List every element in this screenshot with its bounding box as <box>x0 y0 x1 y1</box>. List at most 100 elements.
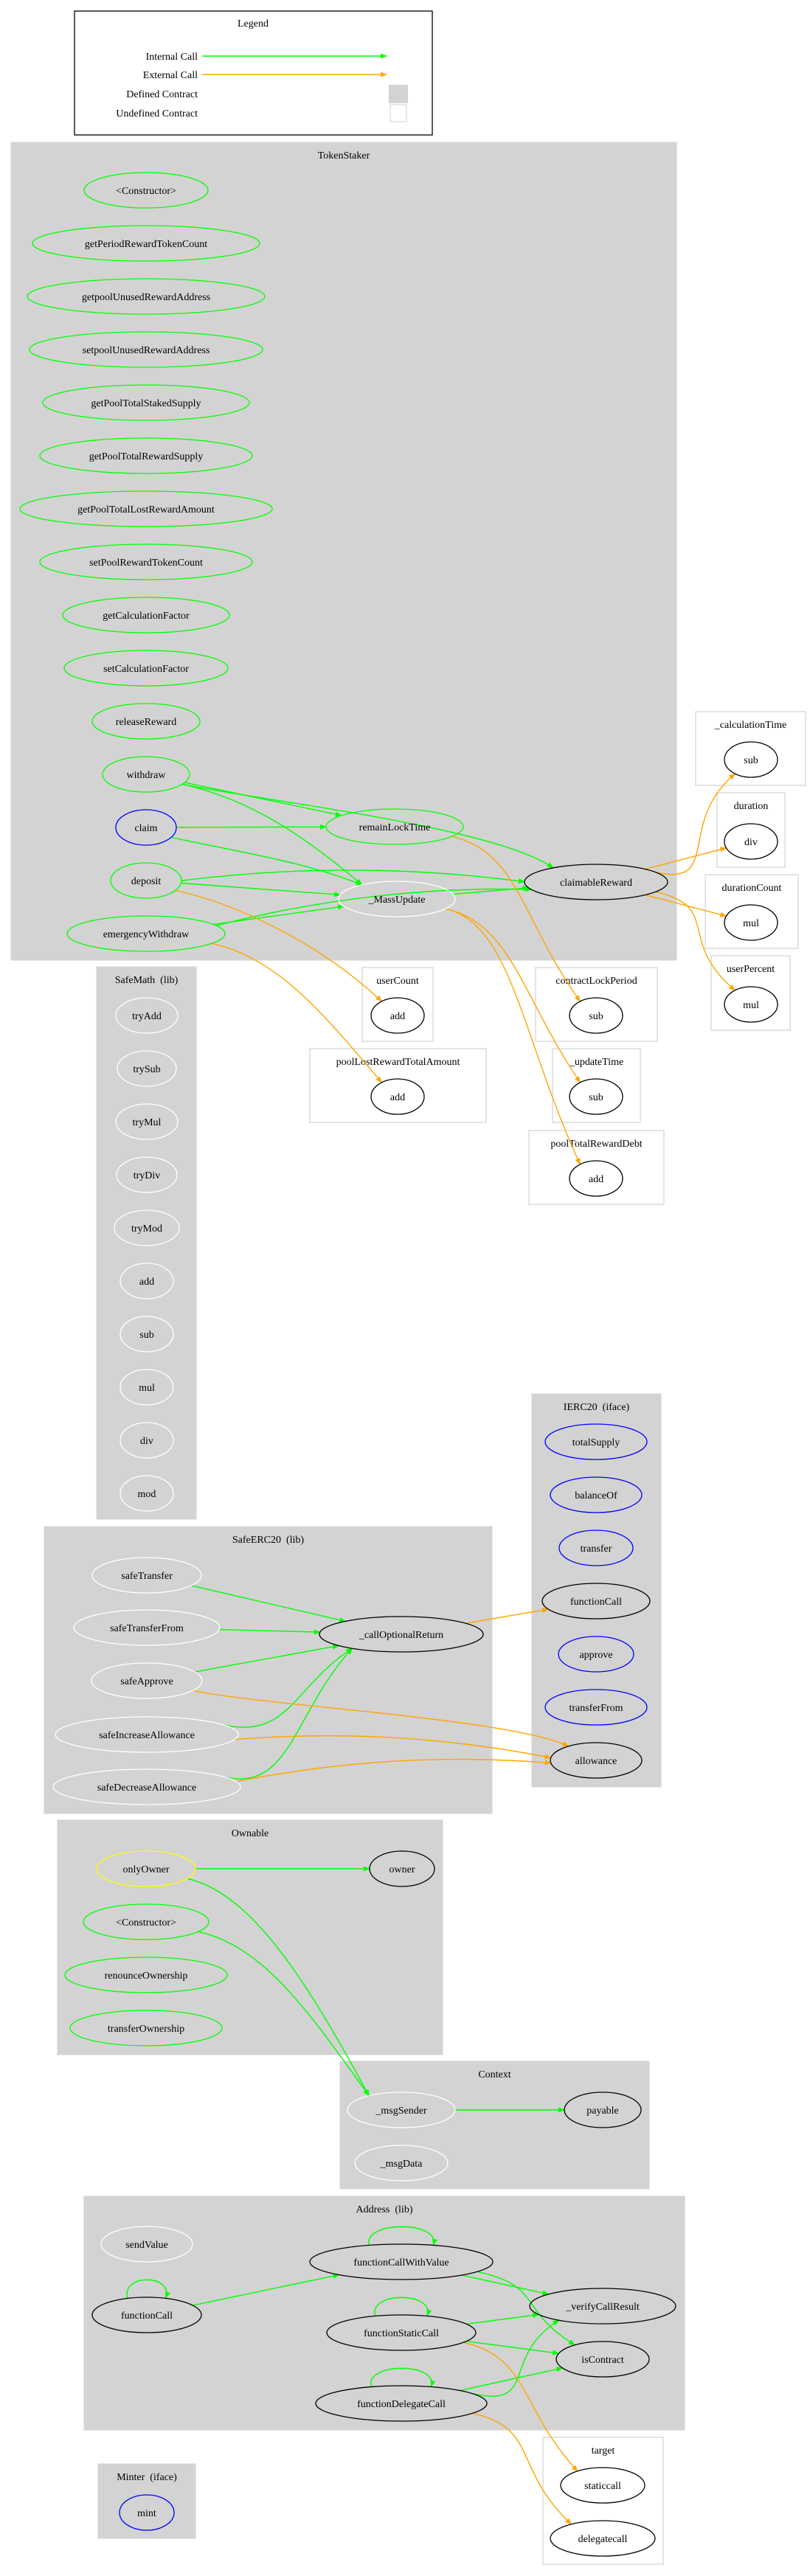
node-label: balanceOf <box>575 1490 617 1501</box>
node-label: safeApprove <box>120 1676 173 1687</box>
cluster-title: Ownable <box>232 1828 269 1839</box>
node-label: safeTransferFrom <box>110 1623 184 1634</box>
cluster-title: poolLostRewardTotalAmount <box>336 1057 460 1068</box>
node-label: getCalculationFactor <box>103 611 190 622</box>
cluster-address: Address (lib) <box>83 2195 685 2431</box>
node-label: div <box>744 837 758 848</box>
call-graph: Legend Internal Call External Call Defin… <box>10 10 806 2565</box>
cluster-box <box>83 2195 685 2431</box>
node-label: sub <box>589 1092 603 1103</box>
node-label: div <box>140 1436 153 1447</box>
legend-title: Legend <box>238 18 269 29</box>
node-label: mod <box>138 1489 156 1500</box>
node-label: tryMul <box>133 1117 162 1128</box>
cluster-minter: Minter (iface) <box>97 2463 196 2539</box>
legend-label-internal-call: Internal Call <box>146 52 198 63</box>
node-label: add <box>139 1277 154 1288</box>
cluster-title: _calculationTime <box>714 720 786 731</box>
node-label: sendValue <box>125 2240 168 2251</box>
node-label: releaseReward <box>116 717 176 728</box>
cluster-title: Minter (iface) <box>117 2472 177 2483</box>
cluster-title: durationCount <box>722 883 782 894</box>
node-label: trySub <box>133 1064 160 1075</box>
node-label: remainLockTime <box>359 822 431 833</box>
node-label: functionCall <box>121 2311 173 2322</box>
cluster-title: IERC20 (iface) <box>564 1402 630 1413</box>
legend-label-external-call: External Call <box>143 70 198 81</box>
node-label: getpoolUnusedRewardAddress <box>82 292 210 303</box>
node-label: mul <box>743 918 759 929</box>
cluster-poollostrewardtotalamount: poolLostRewardTotalAmount <box>309 1048 487 1123</box>
cluster-duration: duration <box>716 792 786 868</box>
legend: Legend Internal Call External Call Defin… <box>74 10 433 136</box>
cluster-title: TokenStaker <box>318 150 370 162</box>
node-label: mul <box>139 1383 155 1394</box>
node-label: add <box>390 1011 405 1022</box>
cluster-title: _updateTime <box>569 1057 623 1068</box>
node-label: _msgSender <box>375 2105 427 2117</box>
node-label: functionCall <box>570 1597 622 1608</box>
cluster-title: poolTotalRewardDebt <box>550 1139 642 1150</box>
node-label: getPeriodRewardTokenCount <box>85 239 207 250</box>
cluster-title: duration <box>734 801 769 812</box>
node-label: onlyOwner <box>123 1864 170 1875</box>
cluster-title: target <box>592 2445 615 2457</box>
node-label: totalSupply <box>572 1437 620 1448</box>
cluster-title: userPercent <box>727 964 775 975</box>
node-label: transferFrom <box>569 1703 623 1714</box>
cluster-box <box>531 1393 662 1788</box>
cluster-context: Context <box>339 2061 650 2190</box>
cluster-target: target <box>542 2437 664 2565</box>
cluster-userpercent: userPercent <box>710 955 791 1031</box>
node-label: emergencyWithdraw <box>103 929 190 940</box>
legend-label-defined-contract: Defined Contract <box>126 89 198 100</box>
node-label: setCalculationFactor <box>103 664 189 675</box>
cluster-title: Address (lib) <box>356 2204 413 2215</box>
cluster-title: SafeERC20 (lib) <box>232 1535 305 1546</box>
node-label: transferOwnership <box>108 2024 184 2035</box>
node-label: tryAdd <box>132 1011 162 1022</box>
node-label: functionStaticCall <box>364 2328 439 2339</box>
node-label: setPoolRewardTokenCount <box>89 558 203 569</box>
cluster-pooltotalrewarddebt: poolTotalRewardDebt <box>528 1130 665 1205</box>
node-label: safeDecreaseAllowance <box>97 1782 196 1794</box>
node-label: add <box>589 1174 603 1185</box>
legend-undefined-contract-swatch <box>390 104 407 122</box>
node-label: sub <box>744 755 758 766</box>
node-label: mul <box>743 1000 759 1011</box>
node-label: _verifyCallResult <box>565 2302 640 2313</box>
node-label: tryMod <box>131 1223 162 1235</box>
node-label: _callOptionalReturn <box>359 1630 443 1641</box>
node-label: functionDelegateCall <box>357 2399 446 2410</box>
node-label: sub <box>139 1330 153 1341</box>
node-label: isContract <box>581 2355 624 2366</box>
node-label: tryDiv <box>134 1170 161 1181</box>
cluster-durationcount: durationCount <box>705 874 799 949</box>
legend-defined-contract-swatch <box>389 85 408 103</box>
node-label: setpoolUnusedRewardAddress <box>83 345 210 356</box>
node-label: functionCallWithValue <box>353 2257 449 2268</box>
node-label: staticcall <box>584 2481 621 2492</box>
node-label: deposit <box>131 876 162 887</box>
cluster-calculationtime: _calculationTime <box>695 711 806 786</box>
cluster-title: Context <box>478 2069 510 2080</box>
node-label: safeTransfer <box>121 1571 173 1582</box>
node-label: owner <box>390 1864 415 1875</box>
cluster-usercount: userCount <box>361 967 434 1042</box>
node-label: approve <box>579 1650 612 1661</box>
node-label: _msgData <box>380 2159 423 2170</box>
cluster-contractlockperiod: contractLockPeriod <box>535 967 658 1042</box>
node-label: <Constructor> <box>116 1917 176 1928</box>
node-label: safeIncreaseAllowance <box>99 1730 195 1741</box>
node-label: mint <box>137 2508 156 2519</box>
legend-label-undefined-contract: Undefined Contract <box>116 108 198 119</box>
node-label: claimableReward <box>560 878 632 889</box>
cluster-title: SafeMath (lib) <box>115 975 179 986</box>
node-label: renounceOwnership <box>105 1971 188 1982</box>
node-label: transfer <box>581 1544 612 1555</box>
cluster-title: contractLockPeriod <box>555 976 637 987</box>
node-label: sub <box>589 1011 603 1022</box>
node-label: <Constructor> <box>116 186 176 197</box>
cluster-tokenstaker: TokenStaker <box>10 142 677 961</box>
node-label: withdraw <box>127 770 167 781</box>
